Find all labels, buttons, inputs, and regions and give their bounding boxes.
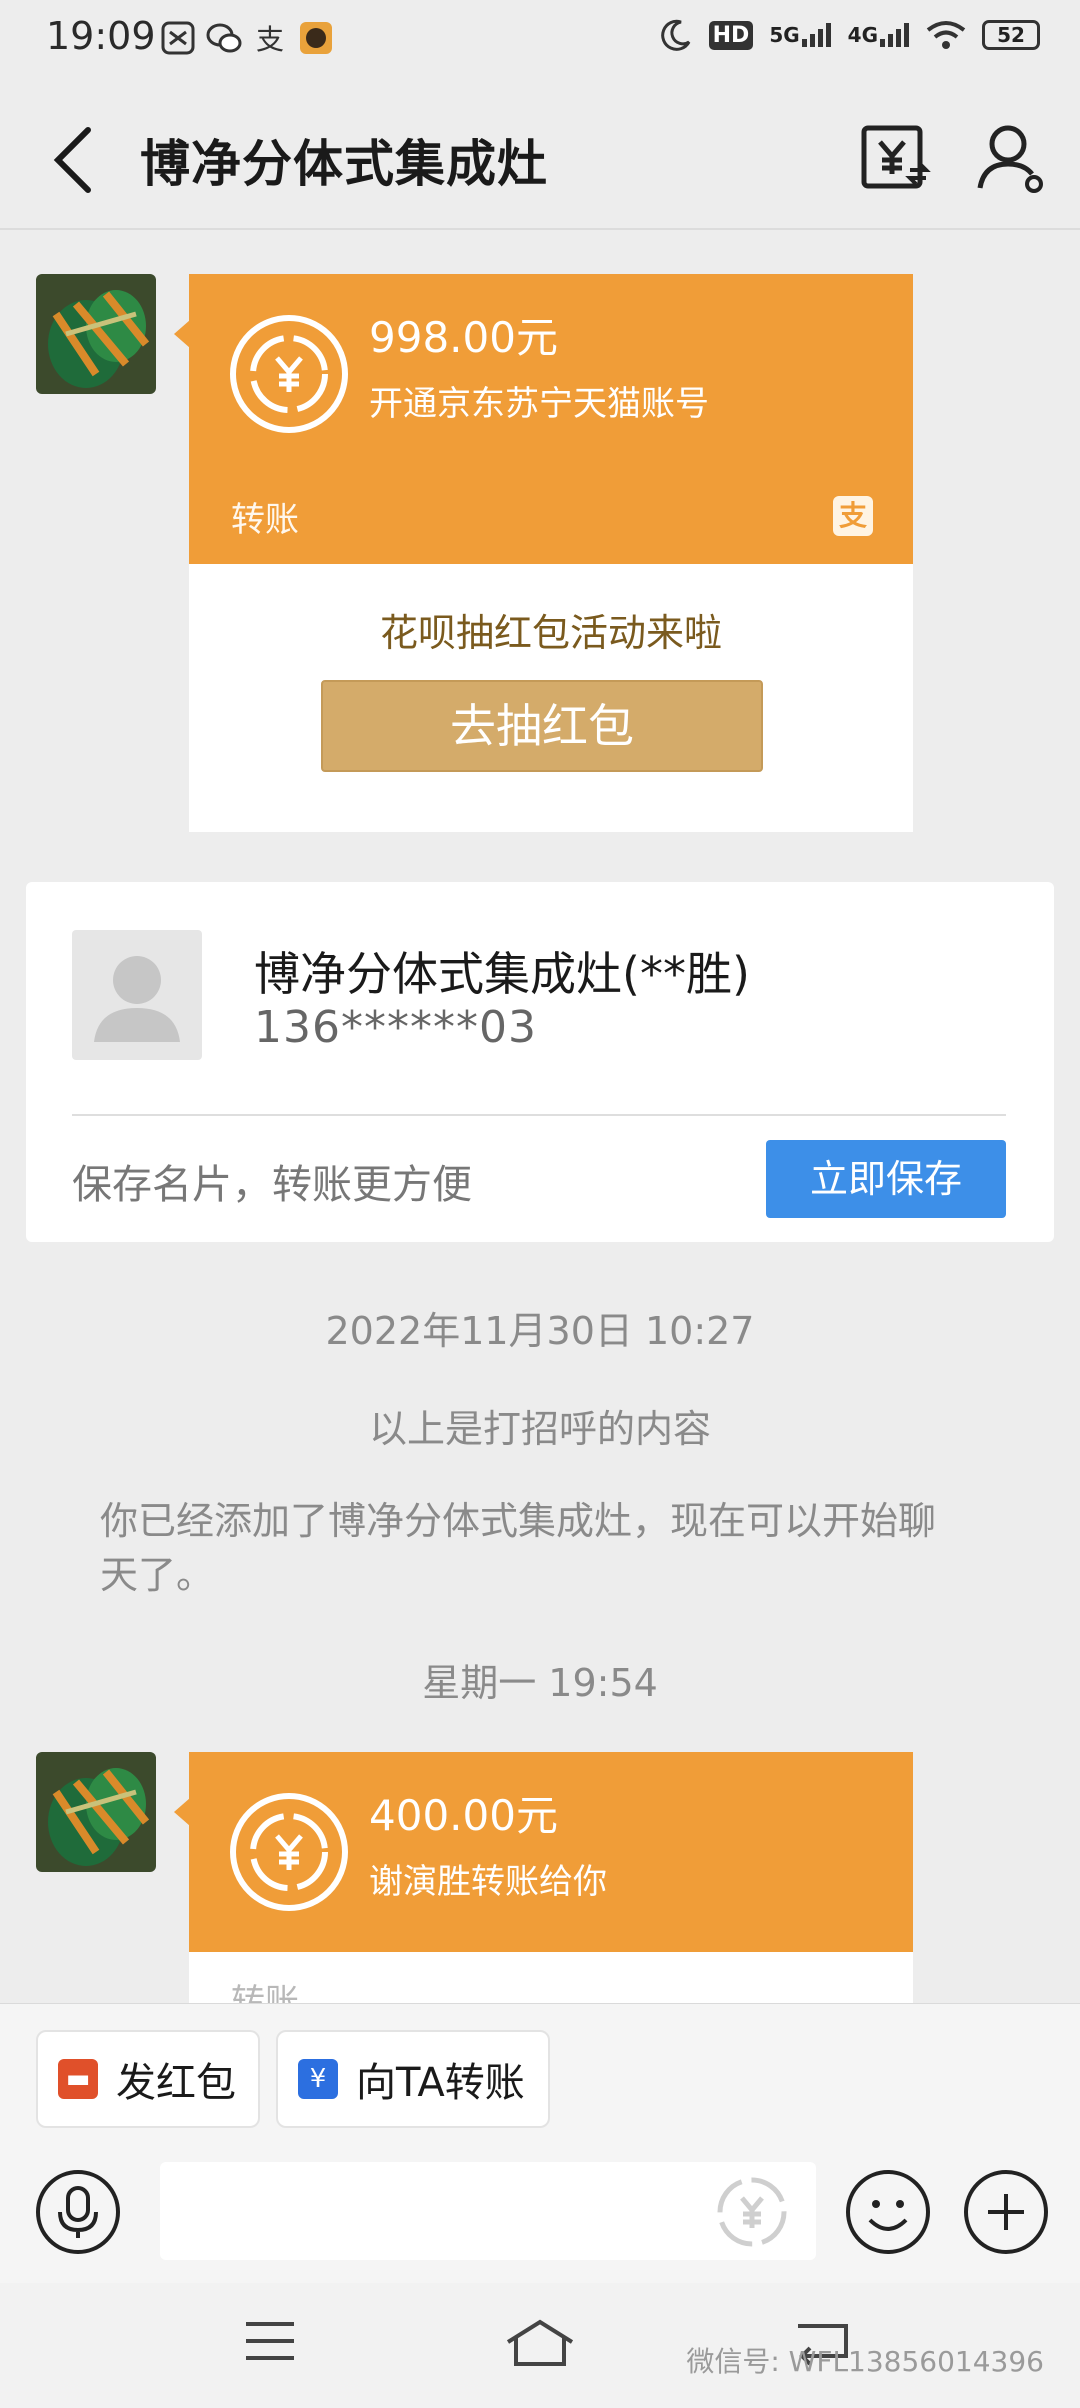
send-red-packet-button[interactable]: ▬ 发红包 xyxy=(36,2030,260,2128)
home-icon[interactable] xyxy=(504,2316,576,2370)
alipay-logo-icon: 支 xyxy=(833,496,873,536)
signal-bars-icon xyxy=(801,23,831,47)
transfer-coin-icon xyxy=(230,315,348,433)
greeting-note: 以上是打招呼的内容 xyxy=(368,1407,711,1451)
bubble-pointer xyxy=(174,320,190,348)
timestamp-2: 星期一 19:54 xyxy=(422,1661,658,1705)
transfer-label: 转账 xyxy=(231,1982,299,2003)
transfer-label: 转账 xyxy=(231,500,299,540)
signal-5g: 5G xyxy=(769,23,831,47)
avatar-image xyxy=(36,1752,156,1872)
card-divider xyxy=(72,1114,1006,1116)
transfer-card-footer: 转账 xyxy=(189,1952,913,2003)
wifi-icon xyxy=(926,21,966,49)
transfer-card-400[interactable]: 400.00元 谢演胜转账给你 xyxy=(189,1752,913,1952)
plus-icon[interactable] xyxy=(962,2168,1050,2256)
transfer-coin-icon xyxy=(230,1793,348,1911)
quick-action-label: 发红包 xyxy=(116,2060,236,2106)
friend-added-note: 你已经添加了博净分体式集成灶，现在可以开始聊天了。 xyxy=(100,1499,937,1597)
quick-action-label: 向TA转账 xyxy=(356,2060,525,2106)
bubble-pointer xyxy=(174,1798,190,1826)
voice-input-icon[interactable] xyxy=(34,2168,122,2256)
status-time: 19:09 xyxy=(46,14,156,58)
menu-icon[interactable] xyxy=(240,2316,300,2366)
sender-avatar[interactable] xyxy=(36,1752,156,1872)
save-now-button[interactable]: 立即保存 xyxy=(766,1140,1006,1218)
transfer-icon: ¥ xyxy=(298,2059,338,2099)
watermark: 微信号: WFL13856014396 xyxy=(686,2345,1044,2378)
moon-icon xyxy=(660,19,690,51)
wechat-icon xyxy=(206,23,242,53)
contact-name: 博净分体式集成灶(**胜) xyxy=(254,947,750,1001)
transfer-to-ta-button[interactable]: ¥ 向TA转账 xyxy=(276,2030,550,2128)
avatar-image xyxy=(36,274,156,394)
emoji-icon[interactable] xyxy=(844,2168,932,2256)
notification-app-icon xyxy=(161,21,195,55)
save-card-hint: 保存名片，转账更方便 xyxy=(72,1162,472,1208)
contact-card[interactable]: 博净分体式集成灶(**胜) 136******03 保存名片，转账更方便 立即保… xyxy=(26,882,1054,1242)
transfer-amount: 998.00元 xyxy=(369,313,558,362)
contact-profile-icon[interactable] xyxy=(972,118,1052,198)
alipay-icon: 支 xyxy=(256,23,284,56)
transfer-amount: 400.00元 xyxy=(369,1791,558,1840)
back-icon[interactable] xyxy=(44,120,104,200)
red-packet-icon: ▬ xyxy=(58,2059,98,2099)
transfer-note: 谢演胜转账给你 xyxy=(369,1862,607,1902)
promo-section: 花呗抽红包活动来啦 去抽红包 xyxy=(189,564,913,832)
header-divider xyxy=(0,228,1080,230)
transfer-shortcut-icon[interactable] xyxy=(712,2172,792,2252)
default-avatar-icon xyxy=(72,930,202,1060)
svg-text:支: 支 xyxy=(256,23,284,56)
transfer-record-icon[interactable] xyxy=(854,118,934,198)
signal-bars-icon xyxy=(880,23,909,47)
promo-text: 花呗抽红包活动来啦 xyxy=(379,611,722,655)
hd-badge: HD xyxy=(708,20,754,50)
battery-indicator: 52 xyxy=(982,20,1040,50)
signal-4g: 4G xyxy=(848,23,910,47)
draw-red-packet-button[interactable]: 去抽红包 xyxy=(321,680,763,772)
app-avatar-icon xyxy=(300,22,332,54)
status-indicators: HD 5G 4G 52 xyxy=(659,18,1040,52)
transfer-note: 开通京东苏宁天猫账号 xyxy=(369,384,709,424)
sender-avatar[interactable] xyxy=(36,274,156,394)
contact-phone: 136******03 xyxy=(254,1002,537,1053)
transfer-card-998[interactable]: 998.00元 开通京东苏宁天猫账号 转账 支 xyxy=(189,274,913,564)
timestamp-1: 2022年11月30日 10:27 xyxy=(325,1309,755,1353)
chat-title: 博净分体式集成灶 xyxy=(140,135,548,193)
